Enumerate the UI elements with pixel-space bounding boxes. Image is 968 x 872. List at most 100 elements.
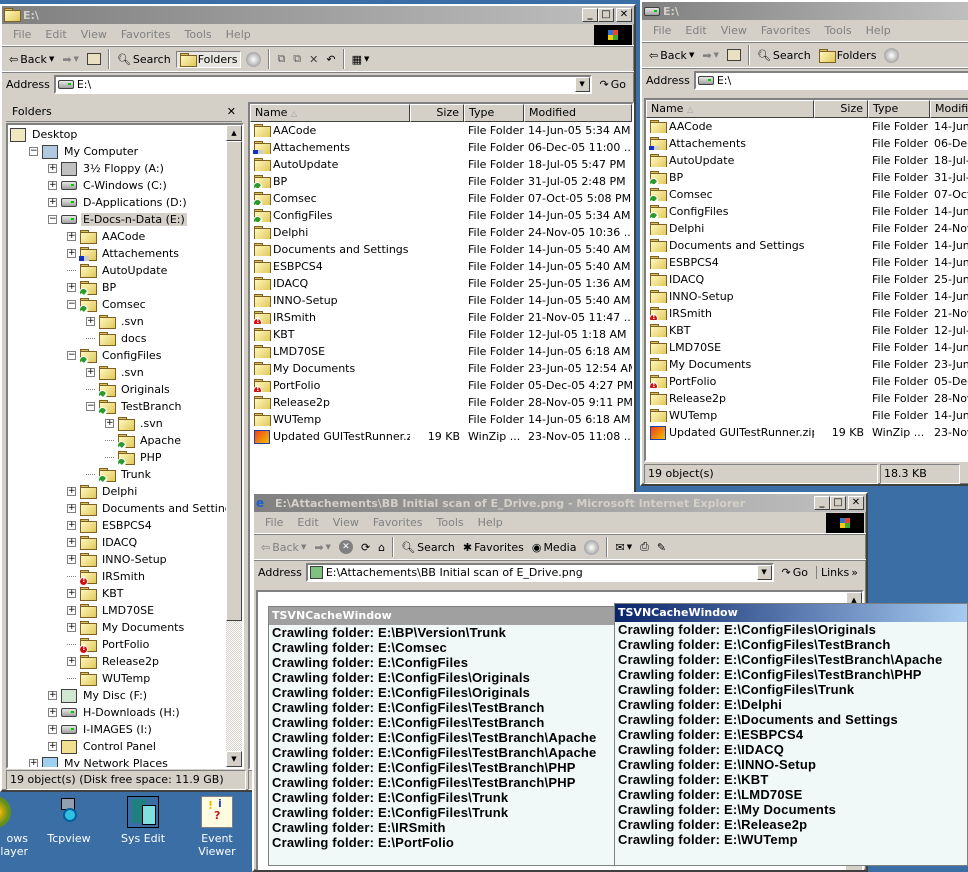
- tree-item[interactable]: + H-Downloads (H:): [8, 704, 242, 721]
- tree-item[interactable]: + My Network Places: [8, 755, 242, 767]
- file-row[interactable]: AutoUpdate File Folder 18-Jul-05: [646, 152, 968, 169]
- tree-item[interactable]: + INNO-Setup: [8, 551, 242, 568]
- file-row[interactable]: WUTemp File Folder 14-Jun-05: [646, 407, 968, 424]
- tree-item[interactable]: + My Disc (F:): [8, 687, 242, 704]
- column-header-size[interactable]: Size: [410, 104, 464, 122]
- file-row[interactable]: My Documents File Folder 23-Jun-05 12:54 A…: [250, 360, 632, 377]
- chevron-down-icon[interactable]: ▼: [689, 51, 694, 59]
- tree-item[interactable]: − E-Docs-n-Data (E:): [8, 211, 242, 228]
- go-button[interactable]: ↷ Go: [596, 78, 630, 91]
- folders-button[interactable]: Folders: [816, 48, 880, 63]
- file-row[interactable]: Release2p File Folder 28-Nov-05 9:11 PM: [250, 394, 632, 411]
- chevron-down-icon[interactable]: ▼: [49, 55, 54, 63]
- address-input[interactable]: E:\Attachements\BB Initial scan of E_Dri…: [305, 563, 774, 582]
- menu-favorites[interactable]: Favorites: [366, 516, 430, 529]
- tree-item[interactable]: + Documents and Settings: [8, 500, 242, 517]
- column-header-modified[interactable]: Modified: [930, 100, 968, 118]
- tree-item[interactable]: + BP: [8, 279, 242, 297]
- chevron-down-icon[interactable]: ▼: [326, 543, 331, 551]
- tree-item[interactable]: − My Computer: [8, 143, 242, 160]
- file-row[interactable]: Attachements File Folder 06-Dec-05 11:00 .…: [250, 139, 632, 156]
- history-button[interactable]: [581, 539, 602, 556]
- tree-item[interactable]: PortFolio: [8, 636, 242, 654]
- scroll-down-button[interactable]: ▼: [226, 751, 242, 767]
- file-row[interactable]: BP File Folder 31-Jul-05: [646, 169, 968, 186]
- column-header-type[interactable]: Type: [868, 100, 930, 118]
- menu-edit[interactable]: Edit: [678, 24, 713, 37]
- menu-file[interactable]: File: [258, 516, 290, 529]
- tree-item[interactable]: Originals: [8, 381, 242, 399]
- expand-icon[interactable]: +: [48, 708, 57, 717]
- file-row[interactable]: Updated GUITestRunner.zip 19 KB WinZip ...…: [646, 424, 968, 441]
- up-folder-button[interactable]: [84, 52, 104, 66]
- collapse-icon[interactable]: −: [86, 402, 95, 411]
- forward-button[interactable]: ➡ ▼: [699, 48, 722, 63]
- file-row[interactable]: Delphi File Folder 24-Nov-05: [646, 220, 968, 237]
- menu-tools[interactable]: Tools: [430, 516, 471, 529]
- tree-item[interactable]: + I-IMAGES (I:): [8, 721, 242, 738]
- close-button[interactable]: ✕: [848, 496, 864, 510]
- close-icon[interactable]: ✕: [227, 105, 236, 118]
- expand-icon[interactable]: +: [48, 164, 57, 173]
- tree-item[interactable]: + AACode: [8, 228, 242, 245]
- expand-icon[interactable]: +: [48, 725, 57, 734]
- undo-button[interactable]: ↶: [323, 52, 338, 67]
- history-button[interactable]: [881, 47, 902, 64]
- collapse-icon[interactable]: −: [67, 300, 76, 309]
- desktop-icon-media-player[interactable]: ows layer: [0, 796, 30, 858]
- file-row[interactable]: ESBPCS4 File Folder 14-Jun-05: [646, 254, 968, 271]
- expand-icon[interactable]: +: [48, 691, 57, 700]
- desktop-icon-sys-edit[interactable]: Sys Edit: [108, 796, 178, 845]
- close-button[interactable]: ✕: [616, 8, 632, 22]
- file-row[interactable]: AACode File Folder 14-Jun-05 5:34 AM: [250, 122, 632, 139]
- file-row[interactable]: AutoUpdate File Folder 18-Jul-05 5:47 PM: [250, 156, 632, 173]
- menu-help[interactable]: Help: [471, 516, 510, 529]
- tree-item[interactable]: − TestBranch: [8, 398, 242, 416]
- tree-item[interactable]: + Control Panel: [8, 738, 242, 755]
- menu-favorites[interactable]: Favorites: [114, 28, 178, 41]
- favorites-button[interactable]: ✱ Favorites: [460, 540, 527, 555]
- file-row[interactable]: BP File Folder 31-Jul-05 2:48 PM: [250, 173, 632, 190]
- address-input[interactable]: E:\ ▼: [53, 75, 592, 94]
- file-row[interactable]: Attachements File Folder 06-Dec-05: [646, 135, 968, 152]
- file-row[interactable]: IRSmith File Folder 21-Nov-05 11:47 ...: [250, 309, 632, 326]
- tree-item[interactable]: + .svn: [8, 415, 242, 432]
- media-button[interactable]: ◉ Media: [529, 540, 580, 555]
- file-row[interactable]: Documents and Settings File Folder 14-Jun-…: [646, 237, 968, 254]
- column-header-size[interactable]: Size: [814, 100, 868, 118]
- move-to-button[interactable]: ⧉: [274, 51, 288, 67]
- file-row[interactable]: PortFolio File Folder 05-Dec-05: [646, 373, 968, 390]
- chevron-down-icon[interactable]: ▼: [714, 51, 719, 59]
- tree-item[interactable]: WUTemp: [8, 670, 242, 687]
- tree-item[interactable]: docs: [8, 330, 242, 347]
- file-row[interactable]: ConfigFiles File Folder 14-Jun-05: [646, 203, 968, 220]
- expand-icon[interactable]: +: [67, 606, 76, 615]
- history-button[interactable]: [243, 51, 264, 68]
- tree-item[interactable]: + C-Windows (C:): [8, 177, 242, 194]
- title-bar[interactable]: E:\ _ □ ✕: [2, 6, 634, 24]
- expand-icon[interactable]: +: [67, 283, 76, 292]
- search-button[interactable]: 🔍︎ Search: [754, 48, 814, 63]
- chevron-down-icon[interactable]: ▼: [74, 55, 79, 63]
- menu-tools[interactable]: Tools: [178, 28, 219, 41]
- file-row[interactable]: KBT File Folder 12-Jul-05 1:18 AM: [250, 326, 632, 343]
- menu-file[interactable]: File: [6, 28, 38, 41]
- file-row[interactable]: KBT File Folder 12-Jul-05: [646, 322, 968, 339]
- chevron-down-icon[interactable]: ▼: [301, 543, 306, 551]
- back-button[interactable]: ⇦ Back ▼: [6, 52, 57, 67]
- stop-button[interactable]: ✕: [336, 539, 356, 555]
- menu-view[interactable]: View: [714, 24, 754, 37]
- delete-button[interactable]: ✕: [306, 52, 321, 67]
- expand-icon[interactable]: +: [67, 232, 76, 241]
- edit-button[interactable]: ✎: [654, 540, 669, 555]
- file-row[interactable]: AACode File Folder 14-Jun-05: [646, 118, 968, 135]
- menu-tools[interactable]: Tools: [818, 24, 859, 37]
- file-row[interactable]: INNO-Setup File Folder 14-Jun-05 5:40 AM: [250, 292, 632, 309]
- file-row[interactable]: Release2p File Folder 28-Nov-05: [646, 390, 968, 407]
- minimize-button[interactable]: _: [814, 496, 830, 510]
- tree-item[interactable]: + KBT: [8, 585, 242, 602]
- tree-item[interactable]: +3½ Floppy (A:): [8, 160, 242, 177]
- file-row[interactable]: IRSmith File Folder 21-Nov-05: [646, 305, 968, 322]
- minimize-button[interactable]: _: [582, 8, 598, 22]
- mail-button[interactable]: ✉ ▼: [612, 540, 635, 555]
